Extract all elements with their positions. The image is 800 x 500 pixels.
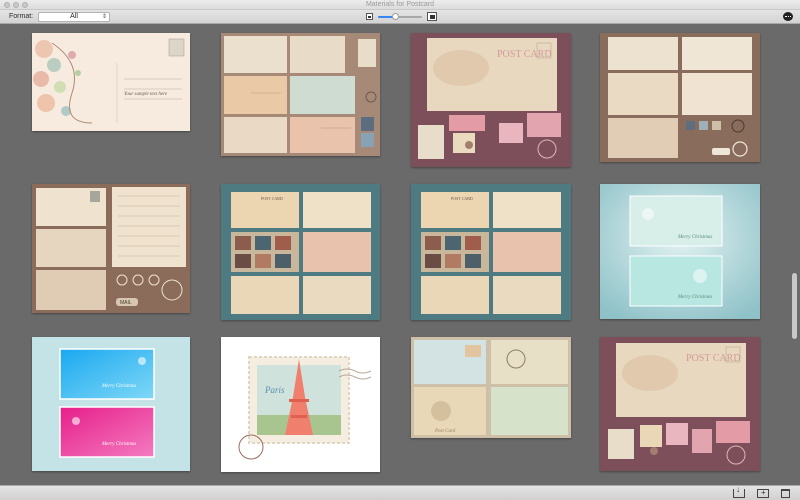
sample-text: Your sample text here xyxy=(124,92,168,97)
postcard-heading: POST CARD xyxy=(497,49,552,60)
toolbar: Format: All ⇕ xyxy=(0,10,800,24)
thumbnail-christmas-blue[interactable]: Merry Christmas Merry Christmas xyxy=(600,184,760,319)
vertical-scrollbar[interactable] xyxy=(790,25,800,485)
thumbnail-postcard-stamps-mauve[interactable]: POST CARD xyxy=(411,33,571,167)
mail-stamp-text: MAIL xyxy=(120,300,132,306)
format-value: All xyxy=(70,13,78,20)
thumbnail-grid: Your sample text here POST CARD MAIL POS… xyxy=(0,25,790,485)
title-bar: Materials for Postcard xyxy=(0,0,800,10)
paris-title: Paris xyxy=(264,385,285,395)
teal-postcards-2-art: POST CARD xyxy=(411,184,571,320)
chat-bubble-icon[interactable] xyxy=(783,12,793,21)
format-label: Format: xyxy=(9,13,34,20)
christmas-blue-text-1: Merry Christmas xyxy=(677,235,712,240)
thumbnail-envelopes-letter[interactable]: MAIL xyxy=(32,184,190,313)
teal-2-heading: POST CARD xyxy=(451,196,473,201)
thumbnail-vintage-green[interactable]: Post Card xyxy=(411,337,571,438)
christmas-pink-text-1: Merry Christmas xyxy=(101,384,136,389)
slider-knob[interactable] xyxy=(392,13,400,20)
thumbnail-brown-postcard-set[interactable] xyxy=(221,33,380,156)
chevron-updown-icon: ⇕ xyxy=(101,14,107,20)
vintage-green-art: Post Card xyxy=(411,337,571,438)
thumbnail-teal-postcards-2[interactable]: POST CARD xyxy=(411,184,571,320)
bottom-bar xyxy=(0,485,800,500)
brown-postcard-set-art xyxy=(221,33,380,156)
floral-postcard-art: Your sample text here xyxy=(32,33,190,131)
app-window: Materials for Postcard Format: All ⇕ You… xyxy=(0,0,800,500)
small-image-icon[interactable] xyxy=(366,13,373,20)
postcard-mauve-heading: POST CARD xyxy=(686,353,741,364)
postcard-set-brown-art xyxy=(600,33,760,162)
thumbnail-christmas-pink[interactable]: Merry Christmas Merry Christmas xyxy=(32,337,190,471)
christmas-blue-text-2: Merry Christmas xyxy=(677,295,712,300)
thumbnail-floral-postcard[interactable]: Your sample text here xyxy=(32,33,190,131)
new-folder-icon[interactable] xyxy=(757,488,769,498)
thumbnail-size-slider[interactable] xyxy=(378,13,422,20)
thumbnail-paris-stamp[interactable]: Paris xyxy=(221,337,380,472)
format-select[interactable]: All ⇕ xyxy=(38,12,110,22)
teal-postcards-1-art: POST CARD xyxy=(221,184,380,320)
download-icon[interactable] xyxy=(733,485,745,498)
teal-1-heading: POST CARD xyxy=(261,196,283,201)
envelopes-letter-art: MAIL xyxy=(32,184,190,313)
christmas-pink-art: Merry Christmas Merry Christmas xyxy=(32,337,190,471)
thumbnail-postcard-mauve[interactable]: POST CARD xyxy=(600,337,760,471)
vintage-green-heading: Post Card xyxy=(434,429,456,434)
christmas-blue-art: Merry Christmas Merry Christmas xyxy=(600,184,760,319)
large-image-icon[interactable] xyxy=(427,12,437,21)
window-title: Materials for Postcard xyxy=(365,1,435,8)
postcard-stamps-mauve-art: POST CARD xyxy=(411,33,571,167)
christmas-pink-text-2: Merry Christmas xyxy=(101,442,136,447)
paris-stamp-art: Paris xyxy=(221,337,380,472)
thumbnail-teal-postcards-1[interactable]: POST CARD xyxy=(221,184,380,320)
trash-icon[interactable] xyxy=(781,489,790,498)
thumbnail-postcard-set-brown[interactable] xyxy=(600,33,760,162)
scroll-thumb[interactable] xyxy=(792,273,797,339)
postcard-mauve-art: POST CARD xyxy=(600,337,760,471)
